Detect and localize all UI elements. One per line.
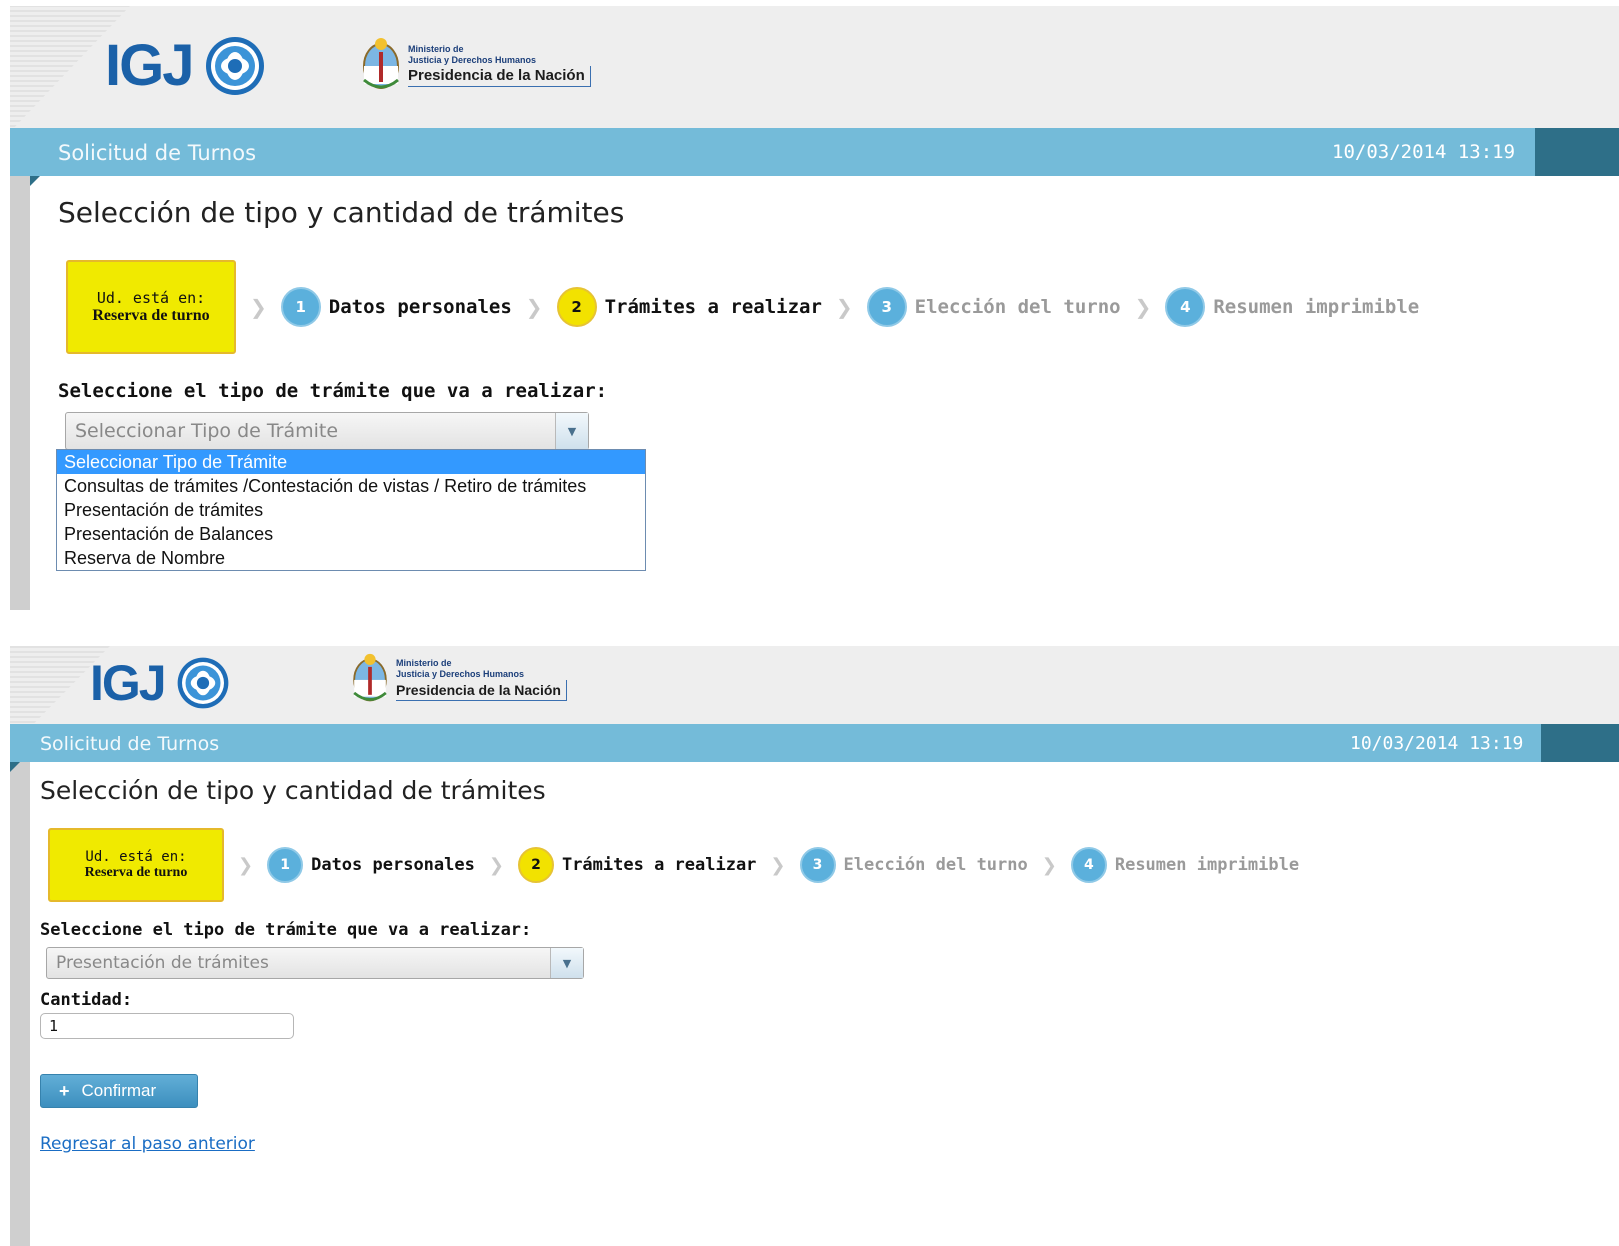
select-value: Seleccionar Tipo de Trámite xyxy=(75,420,339,442)
chevron-right-icon: ❯ xyxy=(1134,295,1152,319)
chevron-right-icon: ❯ xyxy=(1041,854,1057,876)
confirm-button[interactable]: + Confirmar xyxy=(40,1074,198,1108)
titlebar-cap xyxy=(1541,724,1619,762)
ministerio-line1: Ministerio de xyxy=(396,657,452,668)
step-label-4: Resumen imprimible xyxy=(1114,855,1300,875)
cantidad-input[interactable]: 1 xyxy=(40,1013,294,1039)
ministerio-line2: Justicia y Derechos Humanos xyxy=(396,668,525,679)
back-link[interactable]: Regresar al paso anterior xyxy=(40,1134,255,1154)
igj-logo[interactable]: IGJ xyxy=(105,32,267,99)
step-3: 3 Elección del turno xyxy=(866,287,1121,327)
step-label-3: Elección del turno xyxy=(914,296,1121,318)
step-2: 2 Trámites a realizar xyxy=(556,287,822,327)
step-3: 3 Elección del turno xyxy=(799,847,1028,883)
igj-logo-icon xyxy=(205,36,264,95)
chevron-right-icon: ❯ xyxy=(770,854,786,876)
you-are-here-label: Ud. está en: xyxy=(85,849,187,865)
argentina-coat-of-arms-icon xyxy=(353,653,387,702)
you-are-here-value: Reserva de turno xyxy=(92,307,210,324)
chevron-right-icon: ❯ xyxy=(488,854,504,876)
ministerio-line1: Ministerio de xyxy=(408,43,464,54)
screenshot-panel-option-selected: IGJ Ministerio de Justicia y Derechos Hu xyxy=(10,646,1619,1246)
progress-steps: Ud. está en: Reserva de turno ❯ 1 Datos … xyxy=(48,828,1299,902)
igj-logo-text: IGJ xyxy=(105,33,194,98)
igj-logo-text: IGJ xyxy=(90,655,167,711)
option-item[interactable]: Presentación de trámites xyxy=(57,498,645,522)
step-label-4: Resumen imprimible xyxy=(1213,296,1420,318)
igj-logo-icon xyxy=(177,657,228,709)
step-label-2: Trámites a realizar xyxy=(604,296,822,318)
step-label-1: Datos personales xyxy=(311,855,475,875)
chevron-right-icon: ❯ xyxy=(250,295,267,319)
option-item[interactable]: Seleccionar Tipo de Trámite xyxy=(57,450,645,474)
step-number-4: 4 xyxy=(1070,847,1107,883)
datetime: 10/03/2014 13:19 xyxy=(1350,733,1524,754)
site-header: IGJ Ministerio de Justicia y Derechos Hu xyxy=(10,6,1619,132)
ministerio-logo[interactable]: Ministerio de Justicia y Derechos Humano… xyxy=(350,652,567,706)
app-title: Solicitud de Turnos xyxy=(40,733,220,755)
tipo-tramite-select[interactable]: Presentación de trámites ▼ xyxy=(46,947,584,979)
you-are-here-value: Reserva de turno xyxy=(84,865,188,880)
tipo-tramite-label: Seleccione el tipo de trámite que va a r… xyxy=(40,920,532,940)
ministerio-line2: Justicia y Derechos Humanos xyxy=(408,54,537,65)
option-item[interactable]: Consultas de trámites /Contestación de v… xyxy=(57,474,645,498)
dropdown-arrow-icon[interactable]: ▼ xyxy=(555,413,588,449)
argentina-coat-of-arms-icon xyxy=(363,38,399,89)
option-item[interactable]: Reserva de Nombre xyxy=(57,546,645,570)
dropdown-arrow-icon[interactable]: ▼ xyxy=(550,948,583,978)
step-4: 4 Resumen imprimible xyxy=(1165,287,1419,327)
titlebar-cap xyxy=(1535,128,1619,176)
step-2: 2 Trámites a realizar xyxy=(517,847,757,883)
select-value: Presentación de trámites xyxy=(56,953,269,973)
page-title: Selección de tipo y cantidad de trámites xyxy=(58,196,625,229)
step-number-1: 1 xyxy=(267,847,304,883)
ministerio-line3: Presidencia de la Nación xyxy=(408,65,591,87)
step-label-2: Trámites a realizar xyxy=(561,855,757,875)
chevron-right-icon: ❯ xyxy=(835,295,853,319)
step-1: 1 Datos personales xyxy=(280,287,512,327)
plus-icon: + xyxy=(59,1080,70,1101)
you-are-here-box: Ud. está en: Reserva de turno xyxy=(66,260,236,354)
step-4: 4 Resumen imprimible xyxy=(1070,847,1300,883)
step-number-1: 1 xyxy=(280,287,321,327)
progress-steps: Ud. está en: Reserva de turno ❯ 1 Datos … xyxy=(66,260,1419,354)
titlebar-corner xyxy=(30,176,40,186)
title-bar: Solicitud de Turnos 10/03/2014 13:19 xyxy=(10,724,1619,762)
tipo-tramite-select[interactable]: Seleccionar Tipo de Trámite ▼ xyxy=(65,412,589,450)
tipo-tramite-options: Seleccionar Tipo de Trámite Consultas de… xyxy=(56,449,646,571)
step-number-3: 3 xyxy=(866,287,907,327)
step-number-4: 4 xyxy=(1165,287,1206,327)
cantidad-label: Cantidad: xyxy=(40,990,133,1010)
step-number-2: 2 xyxy=(556,287,597,327)
step-label-3: Elección del turno xyxy=(843,855,1028,875)
datetime: 10/03/2014 13:19 xyxy=(1332,141,1516,163)
confirm-label: Confirmar xyxy=(81,1081,157,1100)
step-number-3: 3 xyxy=(799,847,836,883)
title-bar: Solicitud de Turnos 10/03/2014 13:19 xyxy=(10,128,1619,176)
step-number-2: 2 xyxy=(517,847,554,883)
app-title: Solicitud de Turnos xyxy=(58,141,257,165)
page-title: Selección de tipo y cantidad de trámites xyxy=(40,776,546,805)
titlebar-corner xyxy=(10,762,20,772)
screenshot-panel-dropdown-open: IGJ Ministerio de Justicia y Derechos Hu xyxy=(10,6,1619,610)
igj-logo[interactable]: IGJ xyxy=(90,654,231,712)
ministerio-line3: Presidencia de la Nación xyxy=(396,679,567,701)
you-are-here-box: Ud. está en: Reserva de turno xyxy=(48,828,224,902)
option-item[interactable]: Presentación de Balances xyxy=(57,522,645,546)
ministerio-logo[interactable]: Ministerio de Justicia y Derechos Humano… xyxy=(360,36,591,94)
tipo-tramite-label: Seleccione el tipo de trámite que va a r… xyxy=(58,380,608,402)
step-1: 1 Datos personales xyxy=(267,847,475,883)
chevron-right-icon: ❯ xyxy=(238,854,254,876)
you-are-here-label: Ud. está en: xyxy=(96,289,206,307)
step-label-1: Datos personales xyxy=(328,296,512,318)
chevron-right-icon: ❯ xyxy=(525,295,543,319)
